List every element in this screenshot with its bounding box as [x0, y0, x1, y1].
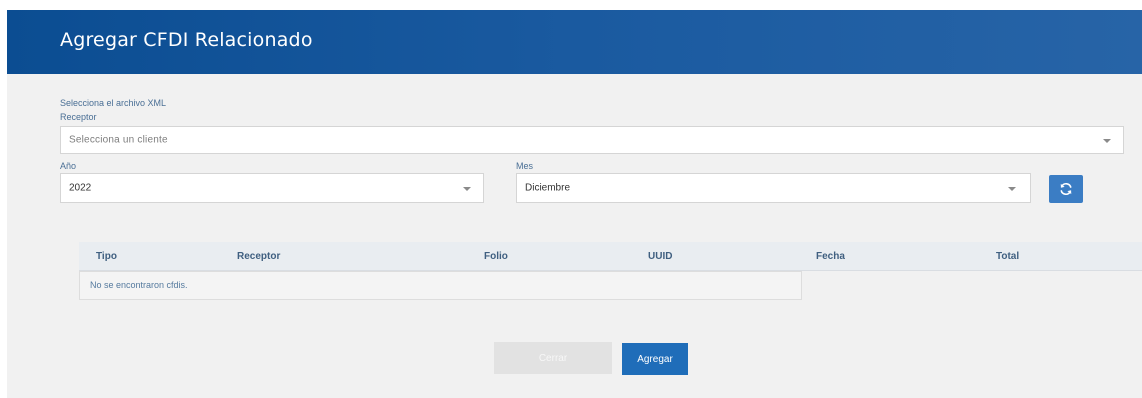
mes-value: Diciembre: [525, 182, 571, 194]
agregar-cfdi-modal: Agregar CFDI Relacionado Selecciona el a…: [7, 10, 1142, 398]
xml-file-label[interactable]: Selecciona el archivo XML: [60, 98, 166, 108]
cfdi-table-header: Tipo Receptor Folio UUID Fecha Total: [79, 242, 1142, 271]
cerrar-button[interactable]: Cerrar: [494, 342, 612, 374]
refresh-button[interactable]: [1049, 175, 1083, 203]
receptor-select[interactable]: Selecciona un cliente: [60, 126, 1124, 154]
modal-title: Agregar CFDI Relacionado: [60, 29, 313, 51]
empty-table-row: No se encontraron cfdis.: [79, 271, 802, 300]
anio-value: 2022: [69, 182, 92, 194]
chevron-down-icon: [463, 187, 471, 191]
receptor-label: Receptor: [60, 112, 97, 122]
column-header-folio[interactable]: Folio: [484, 251, 508, 262]
column-header-fecha[interactable]: Fecha: [816, 251, 845, 262]
column-header-receptor[interactable]: Receptor: [237, 251, 280, 262]
chevron-down-icon: [1103, 139, 1111, 143]
chevron-down-icon: [1008, 187, 1016, 191]
refresh-icon: [1060, 182, 1072, 196]
receptor-placeholder: Selecciona un cliente: [69, 134, 168, 146]
column-header-total[interactable]: Total: [996, 251, 1019, 262]
anio-select[interactable]: 2022: [60, 173, 484, 203]
mes-label: Mes: [516, 161, 534, 171]
column-header-tipo[interactable]: Tipo: [96, 251, 117, 262]
anio-label: Año: [60, 161, 77, 171]
modal-header: Agregar CFDI Relacionado: [7, 10, 1142, 74]
mes-select[interactable]: Diciembre: [516, 173, 1031, 203]
empty-table-message: No se encontraron cfdis.: [90, 280, 188, 290]
agregar-button[interactable]: Agregar: [622, 343, 688, 375]
column-header-uuid[interactable]: UUID: [648, 251, 672, 262]
